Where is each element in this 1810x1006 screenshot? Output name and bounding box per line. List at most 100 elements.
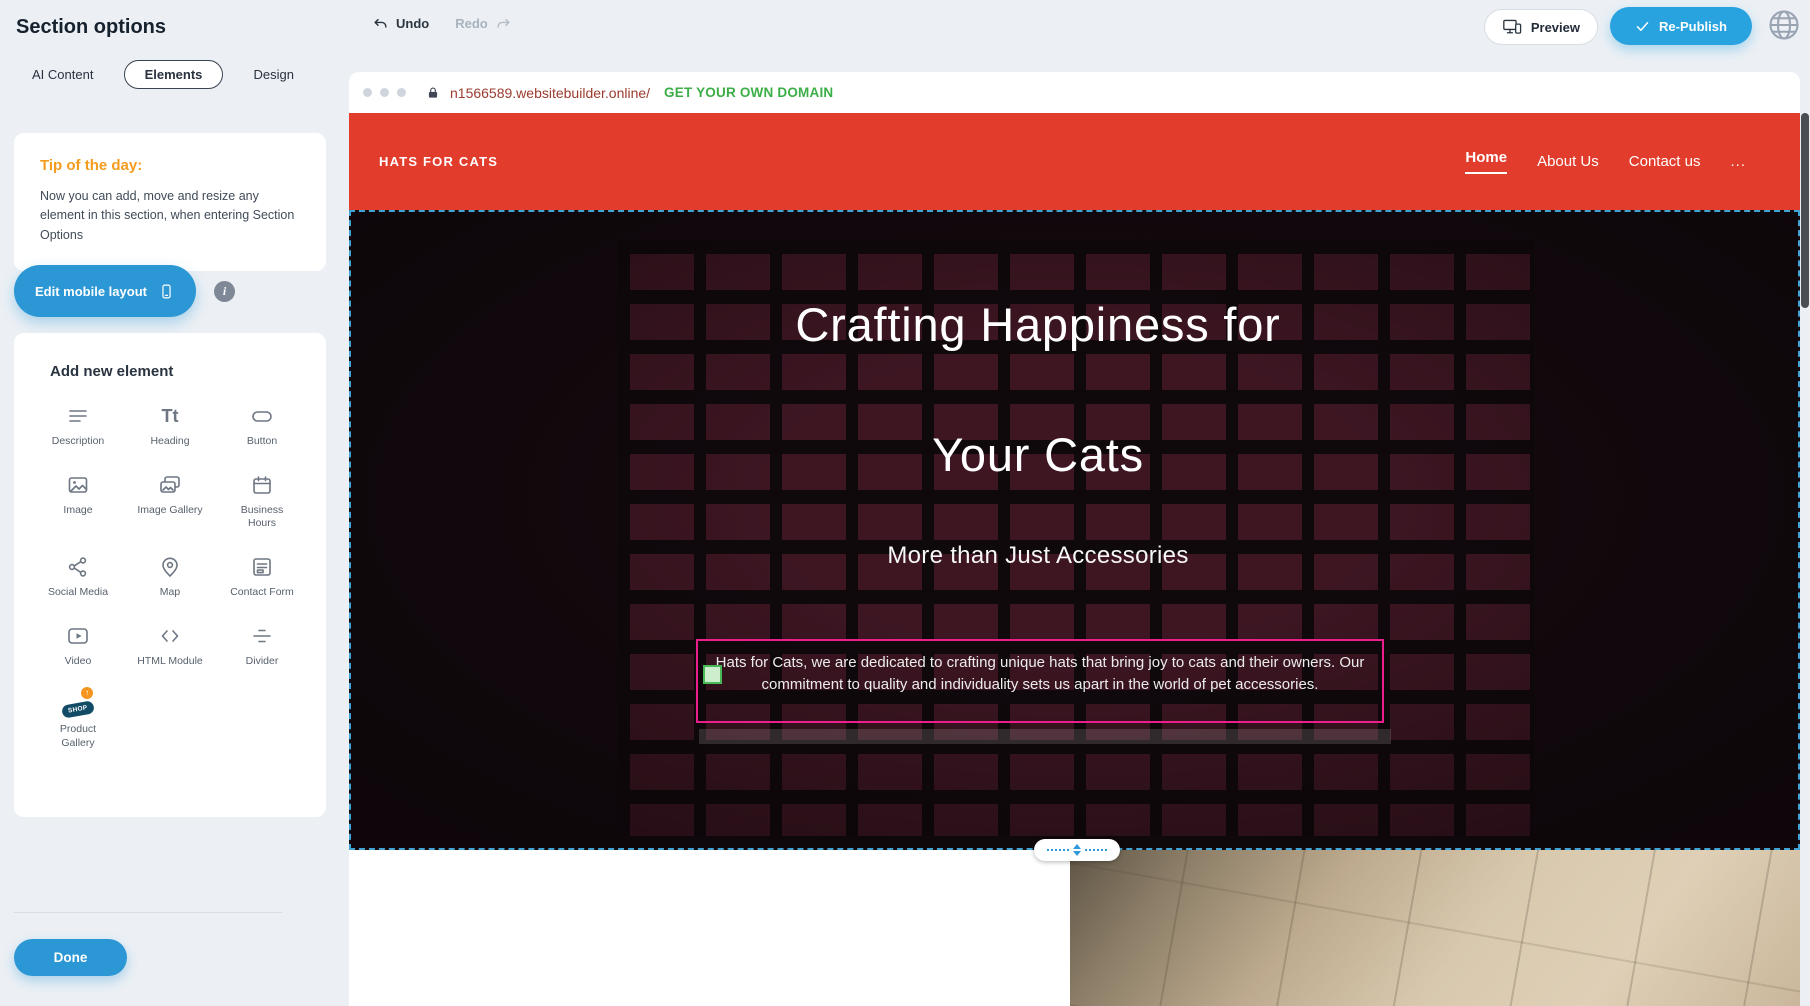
- business-hours-icon: [250, 473, 274, 497]
- republish-button[interactable]: Re-Publish: [1610, 7, 1752, 45]
- edit-mobile-layout-button[interactable]: Edit mobile layout: [14, 265, 196, 317]
- window-dot: [363, 88, 372, 97]
- element-label: Business Hours: [226, 504, 298, 531]
- window-dot: [397, 88, 406, 97]
- element-image[interactable]: Image: [32, 473, 124, 531]
- hero-heading-line2[interactable]: Your Cats: [351, 427, 1725, 482]
- nav-home[interactable]: Home: [1465, 149, 1507, 174]
- image-gallery-icon: [158, 473, 182, 497]
- hero-paragraph: Hats for Cats, we are dedicated to craft…: [698, 652, 1382, 696]
- element-label: Contact Form: [230, 586, 294, 600]
- done-button[interactable]: Done: [14, 939, 127, 976]
- element-label: Image Gallery: [137, 504, 202, 518]
- section-resize-handle[interactable]: [1034, 839, 1120, 861]
- element-video[interactable]: Video: [32, 624, 124, 669]
- lock-icon: [426, 85, 440, 101]
- sidebar-divider: [14, 912, 282, 913]
- social-media-icon: [66, 555, 90, 579]
- shop-upgrade-badge: ↑: [81, 687, 93, 699]
- dotted-line: [1085, 849, 1107, 851]
- site-logo: HATS FOR CATS: [379, 154, 498, 169]
- element-label: Social Media: [48, 586, 108, 600]
- page-title: Section options: [16, 16, 166, 39]
- hero-section-selected[interactable]: Crafting Happiness for Your Cats More th…: [349, 210, 1800, 850]
- hero-subheading[interactable]: More than Just Accessories: [351, 542, 1725, 570]
- element-label: Map: [160, 586, 180, 600]
- contact-form-icon: [250, 555, 274, 579]
- browser-address-bar: n1566589.websitebuilder.online/ GET YOUR…: [349, 72, 1800, 113]
- preview-button[interactable]: Preview: [1484, 9, 1598, 45]
- redo-label: Redo: [455, 16, 488, 31]
- undo-button[interactable]: Undo: [372, 15, 429, 32]
- app-root: Section options Undo Redo Preview Re-Pub…: [0, 0, 1810, 1006]
- next-section-image: [1070, 850, 1800, 1006]
- element-label: Product Gallery: [42, 723, 114, 750]
- element-image-gallery[interactable]: Image Gallery: [124, 473, 216, 531]
- element-business-hours[interactable]: Business Hours: [216, 473, 308, 531]
- map-pin-icon: [158, 555, 182, 579]
- redo-icon: [495, 15, 512, 32]
- element-divider[interactable]: Divider: [216, 624, 308, 669]
- code-icon: [158, 624, 182, 648]
- element-contact-form[interactable]: Contact Form: [216, 555, 308, 600]
- element-label: HTML Module: [137, 655, 203, 669]
- selected-paragraph-element[interactable]: Hats for Cats, we are dedicated to craft…: [696, 639, 1384, 723]
- element-heading[interactable]: Tt Heading: [124, 404, 216, 449]
- republish-label: Re-Publish: [1659, 19, 1727, 34]
- resize-arrows-icon: [1073, 844, 1081, 856]
- undo-label: Undo: [396, 16, 429, 31]
- heading-icon: Tt: [158, 404, 182, 428]
- element-label: Image: [63, 504, 92, 518]
- undo-redo-group: Undo Redo: [372, 15, 512, 32]
- element-hover-bar: [699, 729, 1391, 744]
- globe-icon: [1766, 7, 1802, 43]
- edit-mobile-label: Edit mobile layout: [35, 284, 147, 299]
- devices-icon: [1502, 18, 1522, 36]
- element-resize-handle[interactable]: [703, 665, 722, 684]
- site-nav: Home About Us Contact us ...: [1465, 149, 1746, 174]
- element-label: Heading: [150, 435, 189, 449]
- tip-title: Tip of the day:: [40, 157, 300, 174]
- element-product-gallery[interactable]: ↑ SHOP Product Gallery: [32, 692, 124, 750]
- description-icon: [66, 404, 90, 428]
- element-social-media[interactable]: Social Media: [32, 555, 124, 600]
- element-map[interactable]: Map: [124, 555, 216, 600]
- image-icon: [66, 473, 90, 497]
- check-icon: [1635, 20, 1650, 33]
- nav-about-us[interactable]: About Us: [1537, 153, 1599, 170]
- scrollbar-thumb[interactable]: [1801, 113, 1809, 308]
- dotted-line: [1047, 849, 1069, 851]
- phone-icon: [158, 282, 175, 301]
- tab-ai-content[interactable]: AI Content: [28, 61, 97, 88]
- shop-tag: SHOP: [61, 701, 94, 719]
- video-icon: [66, 624, 90, 648]
- tab-elements[interactable]: Elements: [124, 60, 224, 89]
- product-gallery-icon: ↑ SHOP: [62, 692, 94, 716]
- window-control-dots: [363, 88, 406, 97]
- get-domain-link[interactable]: GET YOUR OWN DOMAIN: [664, 85, 833, 100]
- info-icon[interactable]: i: [214, 281, 235, 302]
- undo-icon: [372, 15, 389, 32]
- elements-grid: Description Tt Heading Button Image Imag…: [32, 404, 308, 750]
- tab-design[interactable]: Design: [250, 61, 298, 88]
- button-icon: [250, 404, 274, 428]
- divider-icon: [250, 624, 274, 648]
- hero-heading-line1[interactable]: Crafting Happiness for: [351, 297, 1725, 352]
- element-button[interactable]: Button: [216, 404, 308, 449]
- tip-of-the-day-card: Tip of the day: Now you can add, move an…: [14, 133, 326, 271]
- site-preview: HATS FOR CATS Home About Us Contact us .…: [349, 113, 1800, 1006]
- language-globe-button[interactable]: [1766, 7, 1802, 43]
- site-url[interactable]: n1566589.websitebuilder.online/: [450, 85, 650, 101]
- site-header: HATS FOR CATS Home About Us Contact us .…: [349, 113, 1800, 210]
- preview-label: Preview: [1531, 20, 1580, 35]
- redo-button[interactable]: Redo: [455, 15, 512, 32]
- add-element-title: Add new element: [32, 363, 308, 380]
- tip-body: Now you can add, move and resize any ele…: [40, 187, 300, 245]
- element-label: Button: [247, 435, 277, 449]
- element-html-module[interactable]: HTML Module: [124, 624, 216, 669]
- element-label: Description: [52, 435, 105, 449]
- sidebar-tabs: AI Content Elements Design: [28, 60, 298, 89]
- element-description[interactable]: Description: [32, 404, 124, 449]
- nav-contact-us[interactable]: Contact us: [1629, 153, 1701, 170]
- nav-more[interactable]: ...: [1730, 153, 1746, 170]
